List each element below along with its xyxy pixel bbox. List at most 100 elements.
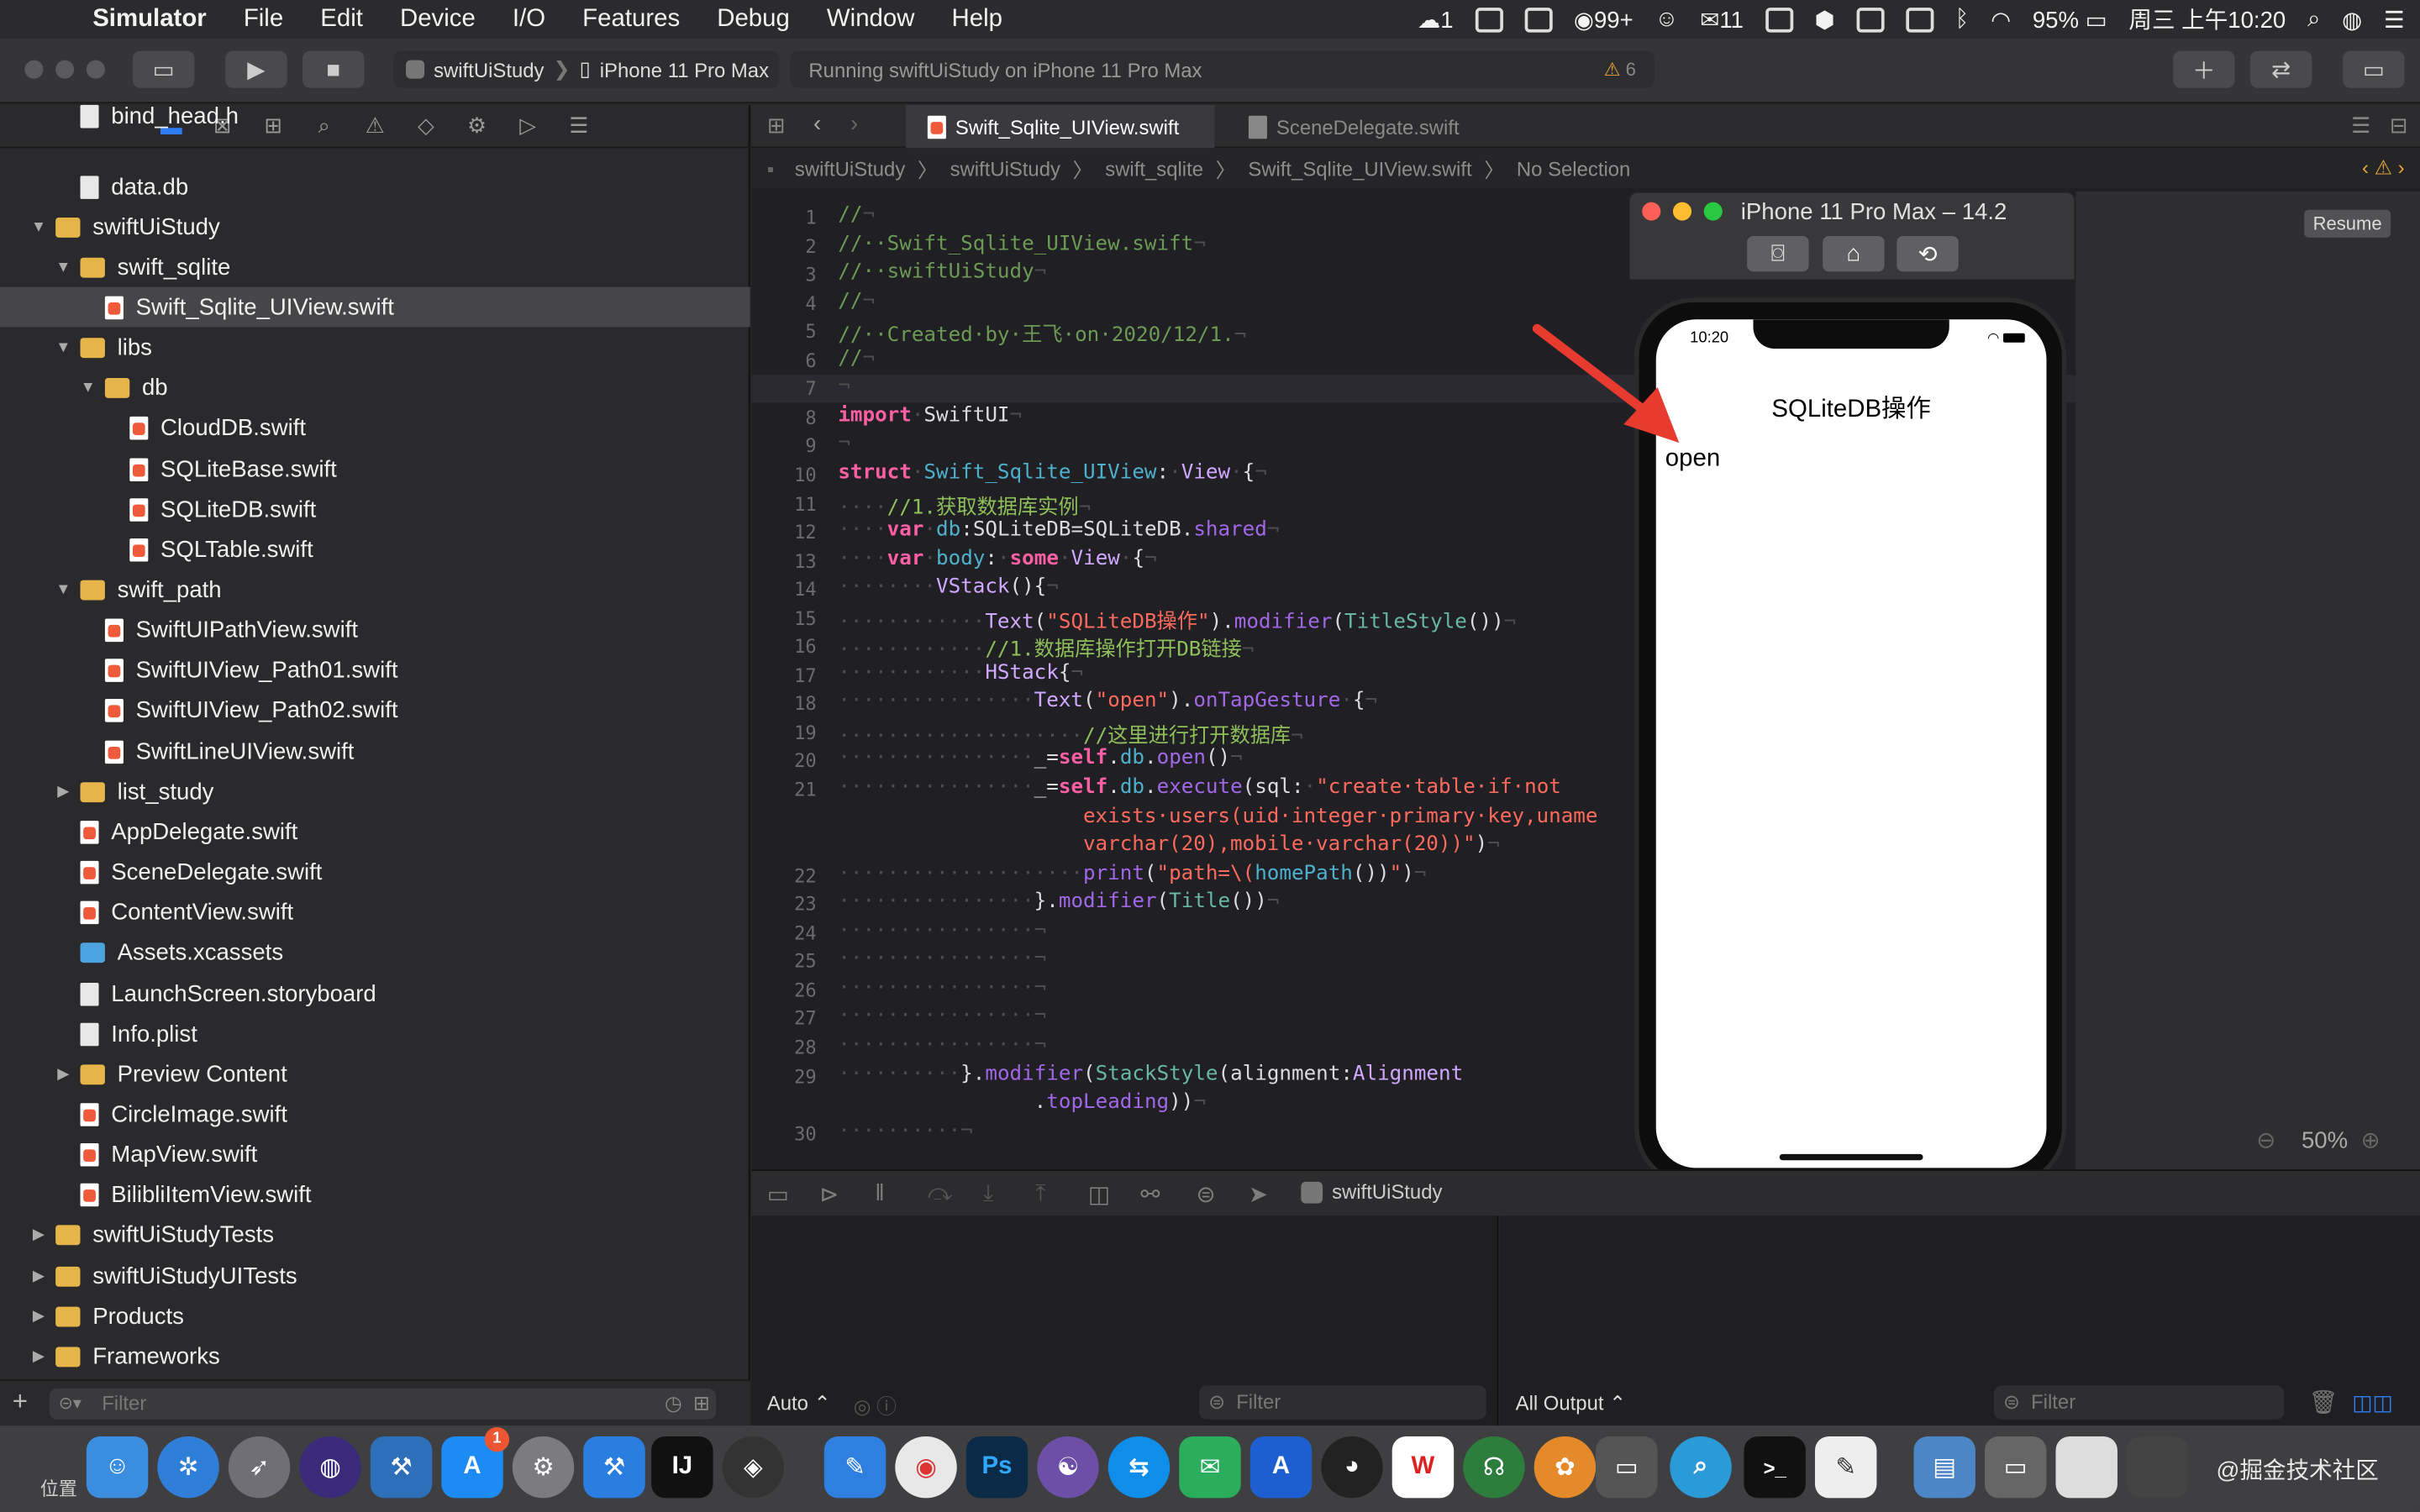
environment-overrides-icon[interactable]: ⊜ <box>1196 1180 1215 1208</box>
related-items-icon[interactable]: ⊞ <box>767 113 786 139</box>
menu-app-name[interactable]: Simulator <box>74 5 225 33</box>
code-line[interactable]: ····················print("path=\(homePa… <box>838 862 1426 885</box>
code-line[interactable]: import·SwiftUI¬ <box>838 404 1022 428</box>
document-stack-icon[interactable] <box>2055 1436 2118 1499</box>
disclosure-open-icon[interactable]: ▼ <box>28 218 50 235</box>
stop-button[interactable]: ■ <box>302 50 365 88</box>
navigator-item[interactable]: ▶ list_study <box>0 772 750 812</box>
code-line[interactable]: ············//1.数据库操作打开DB链接¬ <box>838 633 1254 663</box>
disclosure-closed-icon[interactable]: ▶ <box>28 1308 50 1325</box>
code-line[interactable]: ····//1.获取数据库实例¬ <box>838 490 1091 519</box>
disclosure-open-icon[interactable]: ▼ <box>52 339 74 356</box>
menu-window[interactable]: Window <box>808 5 934 33</box>
navigator-item[interactable]: ▶ Preview Content <box>0 1054 750 1095</box>
jump-project[interactable]: swiftUiStudy <box>795 156 905 180</box>
navigator-item[interactable]: ▼ libs <box>0 328 750 368</box>
zoom-out-icon[interactable]: ⊖ <box>2256 1128 2275 1154</box>
code-line[interactable]: ············HStack{¬ <box>838 662 1083 685</box>
quick-look-icon[interactable]: ◎ ⓘ <box>854 1390 897 1420</box>
disclosure-closed-icon[interactable]: ▶ <box>52 784 74 801</box>
code-line[interactable]: ················_=self.db.open()¬ <box>838 748 1242 771</box>
siri-icon[interactable]: ◍ <box>299 1436 361 1499</box>
code-line[interactable]: ················¬ <box>838 919 1046 942</box>
run-button[interactable]: ▶ <box>225 50 287 88</box>
menu-features[interactable]: Features <box>564 5 698 33</box>
menu-device[interactable]: Device <box>381 5 494 33</box>
debug-target[interactable]: swiftUiStudy <box>1301 1180 1442 1204</box>
navigator-item[interactable]: Swift_Sqlite_UIView.swift <box>0 287 750 328</box>
home-button[interactable]: ⌂ <box>1823 236 1885 272</box>
trash-icon[interactable]: 🗑︎ <box>2309 1389 2338 1416</box>
wechat-icon[interactable]: ✉11 <box>1700 5 1744 33</box>
navigator-item[interactable]: CircleImage.swift <box>0 1095 750 1135</box>
code-line[interactable]: ················¬ <box>838 1033 1046 1057</box>
navigator-item[interactable]: ▶ Frameworks <box>0 1336 750 1377</box>
close-window-button[interactable] <box>24 60 44 79</box>
console-filter-input[interactable]: ⊜ Filter <box>1994 1385 2285 1420</box>
notification-center-icon[interactable]: ☰ <box>2384 5 2405 33</box>
teamviewer-icon[interactable] <box>1765 7 1793 32</box>
xcode-store-icon[interactable]: ⚒ <box>583 1436 645 1499</box>
rotate-button[interactable]: ⟲ <box>1897 236 1959 272</box>
w-icon[interactable] <box>1524 7 1553 32</box>
wifi-icon[interactable]: ◠ <box>1991 5 2011 33</box>
menu-io[interactable]: I/O <box>494 5 564 33</box>
feishu-icon[interactable] <box>1856 7 1885 32</box>
sim-zoom-button[interactable] <box>1703 202 1723 221</box>
app-store-icon[interactable]: A1 <box>441 1426 510 1499</box>
variables-filter-input[interactable]: ⊜ Filter <box>1199 1385 1486 1420</box>
sim-close-button[interactable] <box>1642 202 1661 221</box>
code-line[interactable]: //¬ <box>838 290 875 313</box>
navigator-item[interactable]: ▼ swiftUiStudy <box>0 207 750 247</box>
tab-scene-delegate[interactable]: SceneDelegate.swift <box>1230 105 1508 148</box>
wps-icon[interactable]: W <box>1392 1436 1455 1499</box>
toggle-navigator-button[interactable]: ▭ <box>132 50 195 88</box>
code-line[interactable]: ················Text("open").onTapGestur… <box>838 690 1377 714</box>
navigator-item[interactable]: data.db <box>0 166 750 207</box>
code-line[interactable]: .topLeading))¬ <box>838 1091 1206 1115</box>
disclosure-closed-icon[interactable]: ▶ <box>28 1268 50 1284</box>
simulate-location-icon[interactable]: ➤ <box>1249 1180 1268 1208</box>
android-studio-icon[interactable]: ☊ <box>1463 1436 1525 1499</box>
hide-debug-area-icon[interactable]: ▭ <box>767 1180 789 1208</box>
teamviewer-icon[interactable]: ⇆ <box>1107 1436 1171 1499</box>
photos-icon[interactable]: ✿ <box>1534 1436 1597 1499</box>
disclosure-open-icon[interactable]: ▼ <box>52 581 74 598</box>
back-arrow-icon[interactable]: ‹ <box>813 111 821 137</box>
instruments-icon[interactable]: A <box>1249 1436 1313 1499</box>
code-line[interactable]: ··········¬ <box>838 1120 972 1143</box>
jump-file[interactable]: Swift_Sqlite_UIView.swift <box>1248 156 1471 180</box>
code-review-button[interactable]: ⇄ <box>2249 50 2312 88</box>
device-screen[interactable]: 10:20 ◠ SQLiteDB操作 open <box>1655 319 2047 1168</box>
github-desktop-icon[interactable]: ☯ <box>1037 1436 1099 1499</box>
code-line[interactable]: ············Text("SQLiteDB操作").modifier(… <box>838 604 1516 634</box>
chat-status-icon[interactable]: ☁1 <box>1418 5 1454 33</box>
chrome-icon[interactable]: ◉ <box>895 1436 957 1499</box>
monitor-icon[interactable]: ▭ <box>1596 1436 1658 1499</box>
robot-icon[interactable]: ☺ <box>1655 6 1678 32</box>
code-line[interactable]: ················_=self.db.execute(sql:·"… <box>838 776 1561 800</box>
code-line[interactable]: //··Created·by·王飞·on·2020/12/1.¬ <box>838 318 1246 348</box>
textedit-icon[interactable]: ✎ <box>1814 1436 1877 1499</box>
bluetooth-icon[interactable]: ᛒ <box>1955 6 1970 32</box>
issue-arrows-icon[interactable]: ‹ ⚠ › <box>2362 156 2405 181</box>
intellij-icon[interactable]: IJ <box>651 1436 713 1499</box>
forward-arrow-icon[interactable]: › <box>850 111 858 137</box>
filter-options-icon[interactable]: ⊝▾ <box>59 1389 82 1420</box>
navigator-item[interactable]: MapView.swift <box>0 1135 750 1175</box>
navigator-item[interactable]: SwiftLineUIView.swift <box>0 732 750 772</box>
screenshot-stack-icon[interactable] <box>2126 1436 2189 1499</box>
navigator-item[interactable]: CloudDB.swift <box>0 409 750 449</box>
navigator-item[interactable]: Info.plist <box>0 1014 750 1054</box>
code-line[interactable]: ··········}.modifier(StackStyle(alignmen… <box>838 1063 1463 1086</box>
navigator-item[interactable]: ▶ swiftUiStudyUITests <box>0 1256 750 1296</box>
menu-edit[interactable]: Edit <box>302 5 381 33</box>
home-indicator[interactable] <box>1779 1153 1923 1161</box>
navigator-item[interactable]: AppDelegate.swift <box>0 812 750 853</box>
launchpad-icon[interactable]: ➶ <box>228 1436 291 1499</box>
split-editor-icon[interactable]: ⊟ <box>2390 113 2408 139</box>
code-line[interactable]: ····················//这里进行打开数据库¬ <box>838 719 1302 748</box>
photoshop-icon[interactable]: Ps <box>965 1436 1028 1499</box>
screenshot-button[interactable]: ⌼ <box>1747 236 1809 272</box>
code-line[interactable]: //··swiftUiStudy¬ <box>838 261 1046 285</box>
